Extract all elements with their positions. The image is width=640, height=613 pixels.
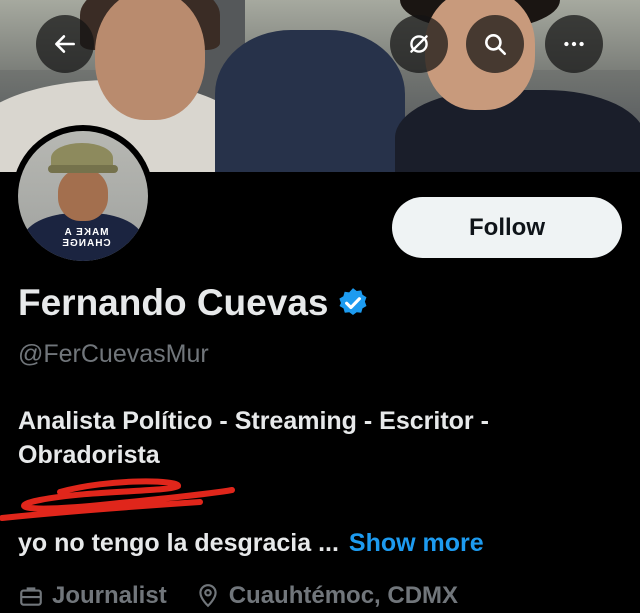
avatar-shirt-text: MAKE A CHANGE <box>61 227 111 249</box>
description-text: yo no tengo la desgracia ... <box>18 529 339 557</box>
description-row: yo no tengo la desgracia ... Show more <box>18 529 484 558</box>
bio-line-2: Obradorista <box>18 441 160 469</box>
location-item: Cuauhtémoc, CDMX <box>195 582 458 610</box>
profile-meta: Journalist Cuauhtémoc, CDMX <box>18 582 486 610</box>
location-label: Cuauhtémoc, CDMX <box>228 582 459 609</box>
back-button[interactable] <box>36 15 94 73</box>
more-icon <box>564 41 584 47</box>
banner-person-body <box>395 90 640 172</box>
sync-icon <box>410 35 428 53</box>
arrow-left-icon <box>55 35 75 53</box>
verified-badge-icon[interactable] <box>336 286 370 320</box>
search-button[interactable] <box>466 15 524 73</box>
bio-line-1: Analista Político - Streaming - Escritor… <box>18 407 489 435</box>
avatar[interactable]: MAKE A CHANGE <box>12 125 154 267</box>
banner-jacket <box>215 30 405 172</box>
avatar-face <box>58 169 108 221</box>
show-more-link[interactable]: Show more <box>349 529 484 557</box>
category-label: Journalist <box>52 582 167 609</box>
user-handle: @FerCuevasMur <box>18 340 209 368</box>
avatar-photo: MAKE A CHANGE <box>18 131 148 261</box>
bio: Analista Político - Streaming - Escritor… <box>18 404 628 472</box>
sync-button[interactable] <box>390 15 448 73</box>
category-item: Journalist <box>18 582 167 610</box>
avatar-cap-brim <box>48 165 118 173</box>
red-scribble-annotation <box>0 478 235 521</box>
briefcase-icon <box>20 587 42 606</box>
search-icon <box>485 34 507 56</box>
display-name-row: Fernando Cuevas <box>18 282 370 324</box>
follow-button[interactable]: Follow <box>392 197 622 258</box>
banner-person-face <box>95 0 205 120</box>
more-button[interactable] <box>545 15 603 73</box>
display-name: Fernando Cuevas <box>18 282 329 323</box>
location-pin-icon <box>199 584 217 608</box>
